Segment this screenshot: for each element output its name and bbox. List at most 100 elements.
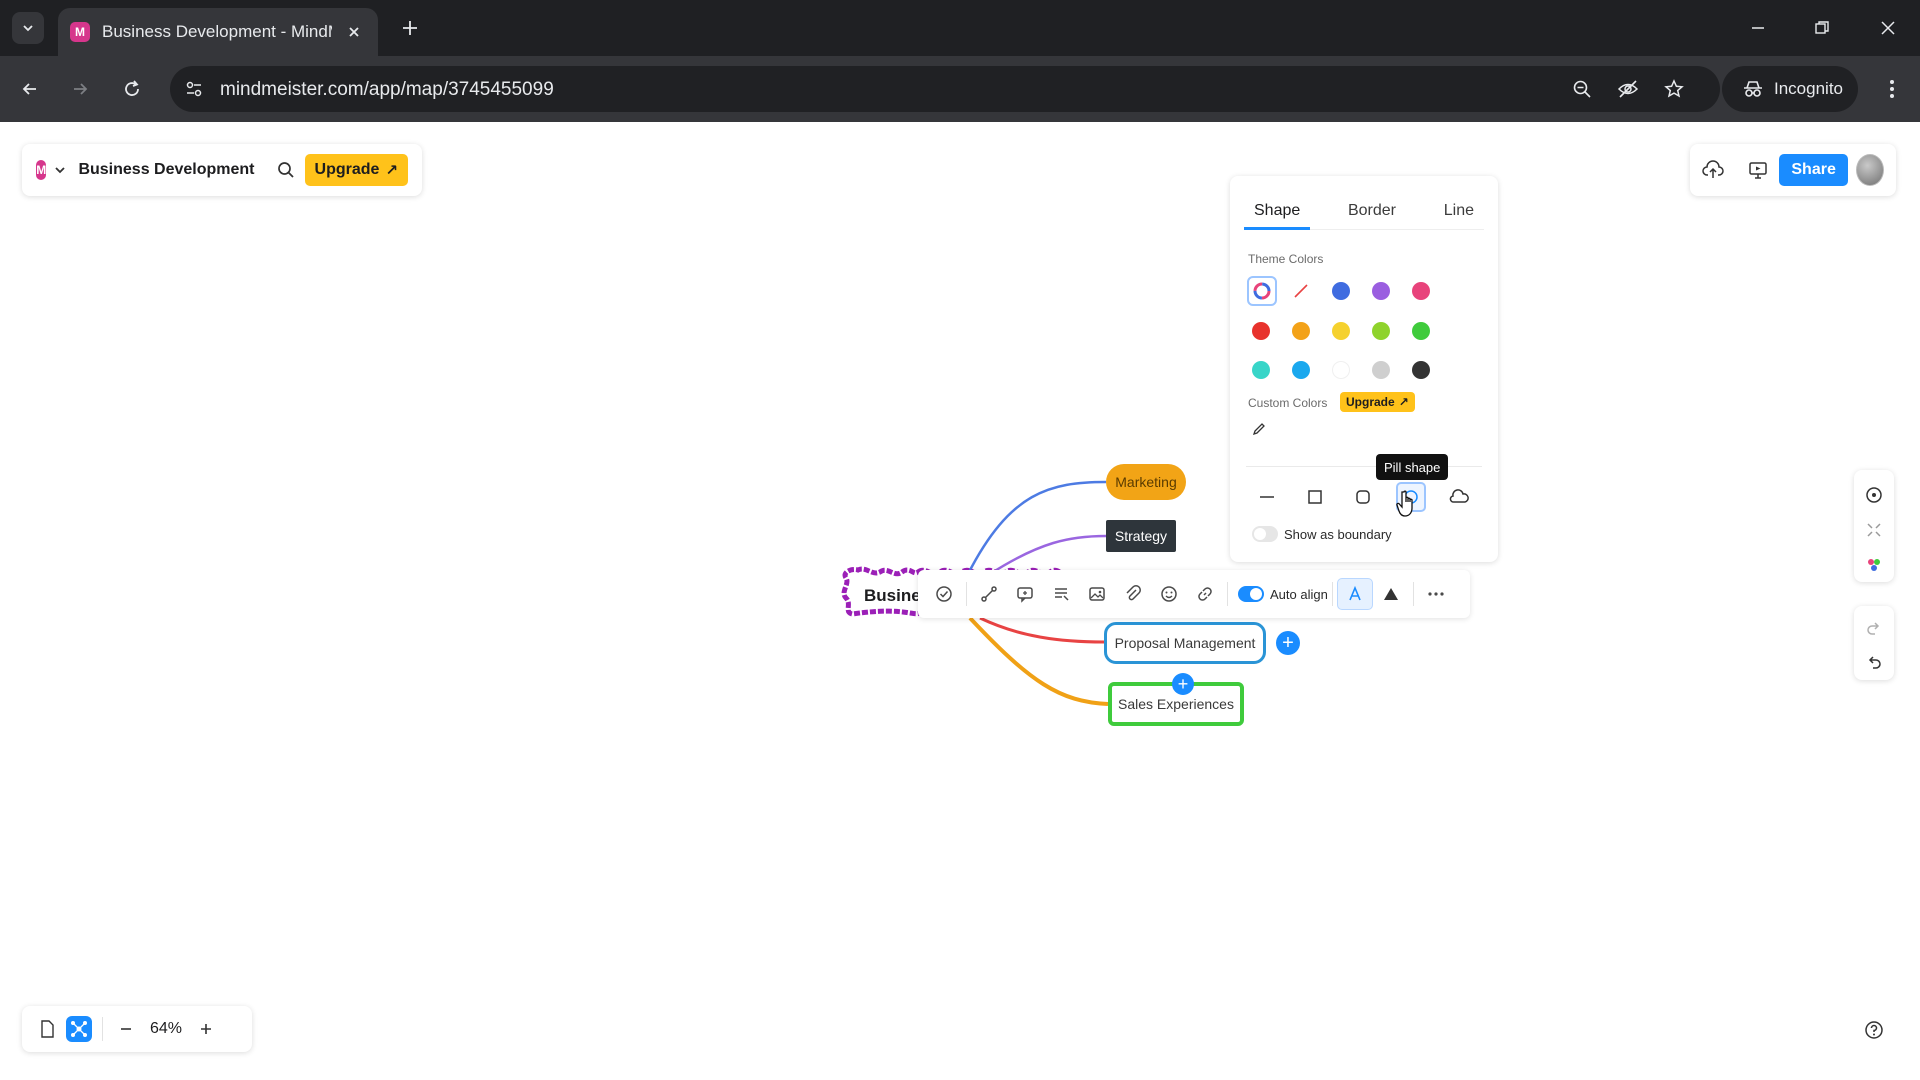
swatch-dark[interactable] — [1412, 361, 1430, 379]
swatch-purple[interactable] — [1372, 282, 1390, 300]
shape-cloud-button[interactable] — [1444, 482, 1474, 512]
swatch-blue[interactable] — [1332, 282, 1350, 300]
node-proposal-management[interactable]: Proposal Management — [1104, 622, 1266, 664]
swatch-light-gray[interactable] — [1372, 361, 1390, 379]
cloud-shape-icon — [1449, 489, 1469, 503]
forward-button[interactable] — [64, 73, 96, 105]
minimize-button[interactable] — [1738, 12, 1778, 44]
link-button[interactable] — [1187, 578, 1223, 610]
swatch-green[interactable] — [1412, 322, 1430, 340]
swatch-lime[interactable] — [1372, 322, 1390, 340]
app-menu-button[interactable] — [54, 163, 66, 177]
auto-align-toggle[interactable] — [1238, 586, 1264, 602]
presentation-button[interactable] — [1747, 157, 1770, 183]
search-button[interactable] — [277, 159, 295, 181]
node-strategy[interactable]: Strategy — [1106, 520, 1176, 552]
restore-button[interactable] — [1802, 12, 1842, 44]
focus-button[interactable] — [1859, 481, 1889, 510]
undo-button[interactable] — [1859, 649, 1889, 677]
color-picker-button[interactable] — [1250, 420, 1268, 438]
zoom-page-button[interactable] — [1570, 77, 1594, 101]
hand-cursor-icon — [1396, 490, 1413, 517]
root-node-label[interactable]: Busine — [864, 586, 921, 606]
attachment-button[interactable] — [1115, 578, 1151, 610]
task-button[interactable] — [926, 578, 962, 610]
zoom-level[interactable]: 64% — [139, 1020, 193, 1038]
help-button[interactable] — [1862, 1018, 1886, 1042]
triangle-icon — [1383, 588, 1398, 600]
connect-button[interactable] — [971, 578, 1007, 610]
mindmeister-logo-icon[interactable]: M — [36, 160, 47, 180]
outline-view-button[interactable] — [34, 1016, 60, 1042]
tab-search-button[interactable] — [12, 12, 44, 44]
node-marketing[interactable]: Marketing — [1106, 464, 1186, 500]
image-button[interactable] — [1079, 578, 1115, 610]
zoom-out-button[interactable] — [113, 1016, 139, 1042]
style-button[interactable] — [1336, 578, 1373, 610]
incognito-label: Incognito — [1774, 79, 1843, 98]
avatar[interactable] — [1855, 154, 1885, 186]
rounded-shape-icon — [1356, 490, 1370, 504]
notes-button[interactable] — [1043, 578, 1079, 610]
swatch-white[interactable] — [1332, 361, 1350, 379]
emoji-button[interactable] — [1151, 578, 1187, 610]
toolbar-divider — [1412, 582, 1414, 606]
tab-line[interactable]: Line — [1434, 194, 1484, 230]
connect-icon — [981, 586, 997, 602]
share-button[interactable]: Share — [1779, 154, 1848, 186]
comment-button[interactable] — [1007, 578, 1043, 610]
zoom-in-button[interactable] — [193, 1016, 219, 1042]
tracking-protection-button[interactable] — [1616, 77, 1640, 101]
upgrade-button[interactable]: Upgrade ↗ — [304, 154, 408, 186]
pill-shape-tooltip: Pill shape — [1376, 454, 1449, 480]
swatch-auto[interactable] — [1247, 276, 1277, 306]
omnibox[interactable]: mindmeister.com/app/map/3745455099 — [170, 66, 1720, 112]
collapse-button[interactable] — [1859, 516, 1889, 545]
upgrade-label: Upgrade — [1346, 395, 1395, 409]
add-sibling-button[interactable]: + — [1276, 631, 1300, 655]
site-info-button[interactable] — [182, 77, 206, 101]
image-icon — [1089, 587, 1105, 601]
swatch-none[interactable] — [1292, 282, 1310, 300]
swatch-yellow[interactable] — [1332, 322, 1350, 340]
show-as-boundary-label: Show as boundary — [1284, 527, 1392, 542]
back-button[interactable] — [14, 73, 46, 105]
more-button[interactable] — [1418, 578, 1454, 610]
reload-button[interactable] — [116, 73, 148, 105]
swatch-sky[interactable] — [1292, 361, 1310, 379]
triangle-button[interactable] — [1373, 578, 1409, 610]
close-window-button[interactable] — [1868, 12, 1908, 44]
shape-rectangle-button[interactable] — [1300, 482, 1330, 512]
notes-icon — [1055, 588, 1069, 601]
map-actions-card: Share — [1690, 144, 1896, 196]
swatch-pink[interactable] — [1412, 282, 1430, 300]
attachment-icon — [1126, 585, 1141, 601]
shape-line-button[interactable] — [1252, 482, 1282, 512]
map-title[interactable]: Business Development — [78, 161, 254, 179]
new-tab-button[interactable] — [396, 14, 424, 42]
swatch-red[interactable] — [1252, 322, 1270, 340]
mindmeister-favicon-icon: M — [70, 22, 90, 42]
export-button[interactable] — [1702, 157, 1725, 183]
swatch-teal[interactable] — [1252, 361, 1270, 379]
shape-rounded-button[interactable] — [1348, 482, 1378, 512]
bookmark-button[interactable] — [1662, 77, 1686, 101]
browser-tab[interactable]: M Business Development - MindMeister — [58, 8, 378, 56]
swatch-orange[interactable] — [1292, 322, 1310, 340]
tab-shape[interactable]: Shape — [1244, 194, 1311, 230]
browser-menu-button[interactable] — [1876, 73, 1908, 105]
address-bar-row: mindmeister.com/app/map/3745455099 Incog… — [0, 56, 1920, 122]
incognito-indicator[interactable]: Incognito — [1722, 66, 1858, 112]
mindmap-view-button[interactable] — [66, 1016, 92, 1042]
show-as-boundary-toggle[interactable] — [1252, 526, 1278, 542]
theme-button[interactable] — [1859, 550, 1889, 579]
custom-colors-upgrade-button[interactable]: Upgrade ↗ — [1340, 392, 1415, 412]
redo-button[interactable] — [1859, 615, 1889, 643]
add-child-button[interactable]: + — [1172, 673, 1194, 695]
url-text[interactable]: mindmeister.com/app/map/3745455099 — [220, 79, 554, 101]
tab-close-button[interactable] — [342, 20, 366, 44]
more-icon — [1428, 592, 1444, 596]
tab-border[interactable]: Border — [1338, 194, 1406, 230]
browser-tab-strip: M Business Development - MindMeister — [0, 0, 1920, 56]
restore-icon — [1815, 21, 1829, 34]
